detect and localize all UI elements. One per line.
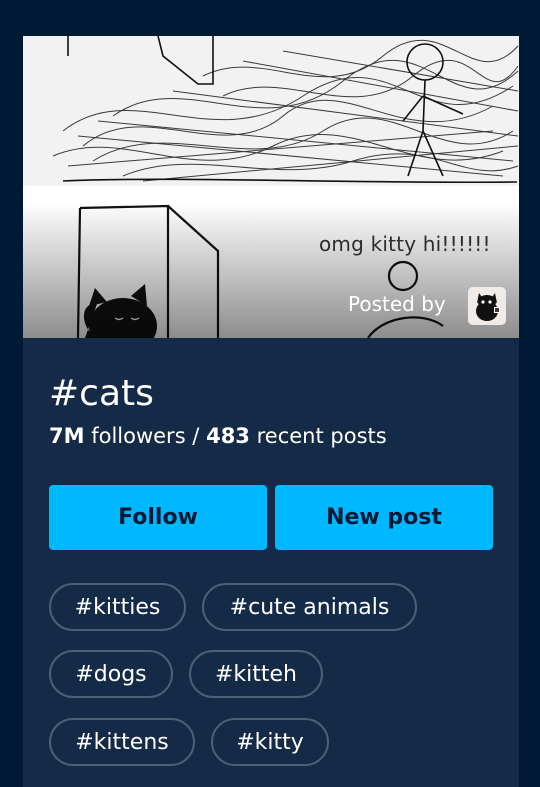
cat-avatar-icon[interactable] [468, 287, 506, 325]
followers-label: followers / [91, 424, 200, 448]
posts-label: recent posts [256, 424, 387, 448]
related-tag-kitties[interactable]: #kitties [49, 583, 186, 631]
posted-by-label: Posted by [348, 292, 446, 316]
hero-image[interactable]: omg kitty hi!!!!!! Posted by [23, 36, 519, 338]
comic-caption: omg kitty hi!!!!!! [319, 232, 491, 256]
tag-card: omg kitty hi!!!!!! Posted by #cats 7M fo… [23, 36, 519, 787]
new-post-button[interactable]: New post [275, 485, 493, 550]
related-tag-kitteh[interactable]: #kitteh [189, 650, 323, 698]
related-tag-kittens[interactable]: #kittens [49, 718, 195, 766]
follow-button[interactable]: Follow [49, 485, 267, 550]
tag-title: #cats [49, 373, 154, 414]
posts-count: 483 [206, 424, 250, 448]
related-tag-cute-animals[interactable]: #cute animals [202, 583, 417, 631]
related-tag-dogs[interactable]: #dogs [49, 650, 173, 698]
tag-stats: 7M followers / 483 recent posts [49, 424, 387, 448]
followers-count: 7M [49, 424, 85, 448]
related-tag-kitty[interactable]: #kitty [211, 718, 329, 766]
